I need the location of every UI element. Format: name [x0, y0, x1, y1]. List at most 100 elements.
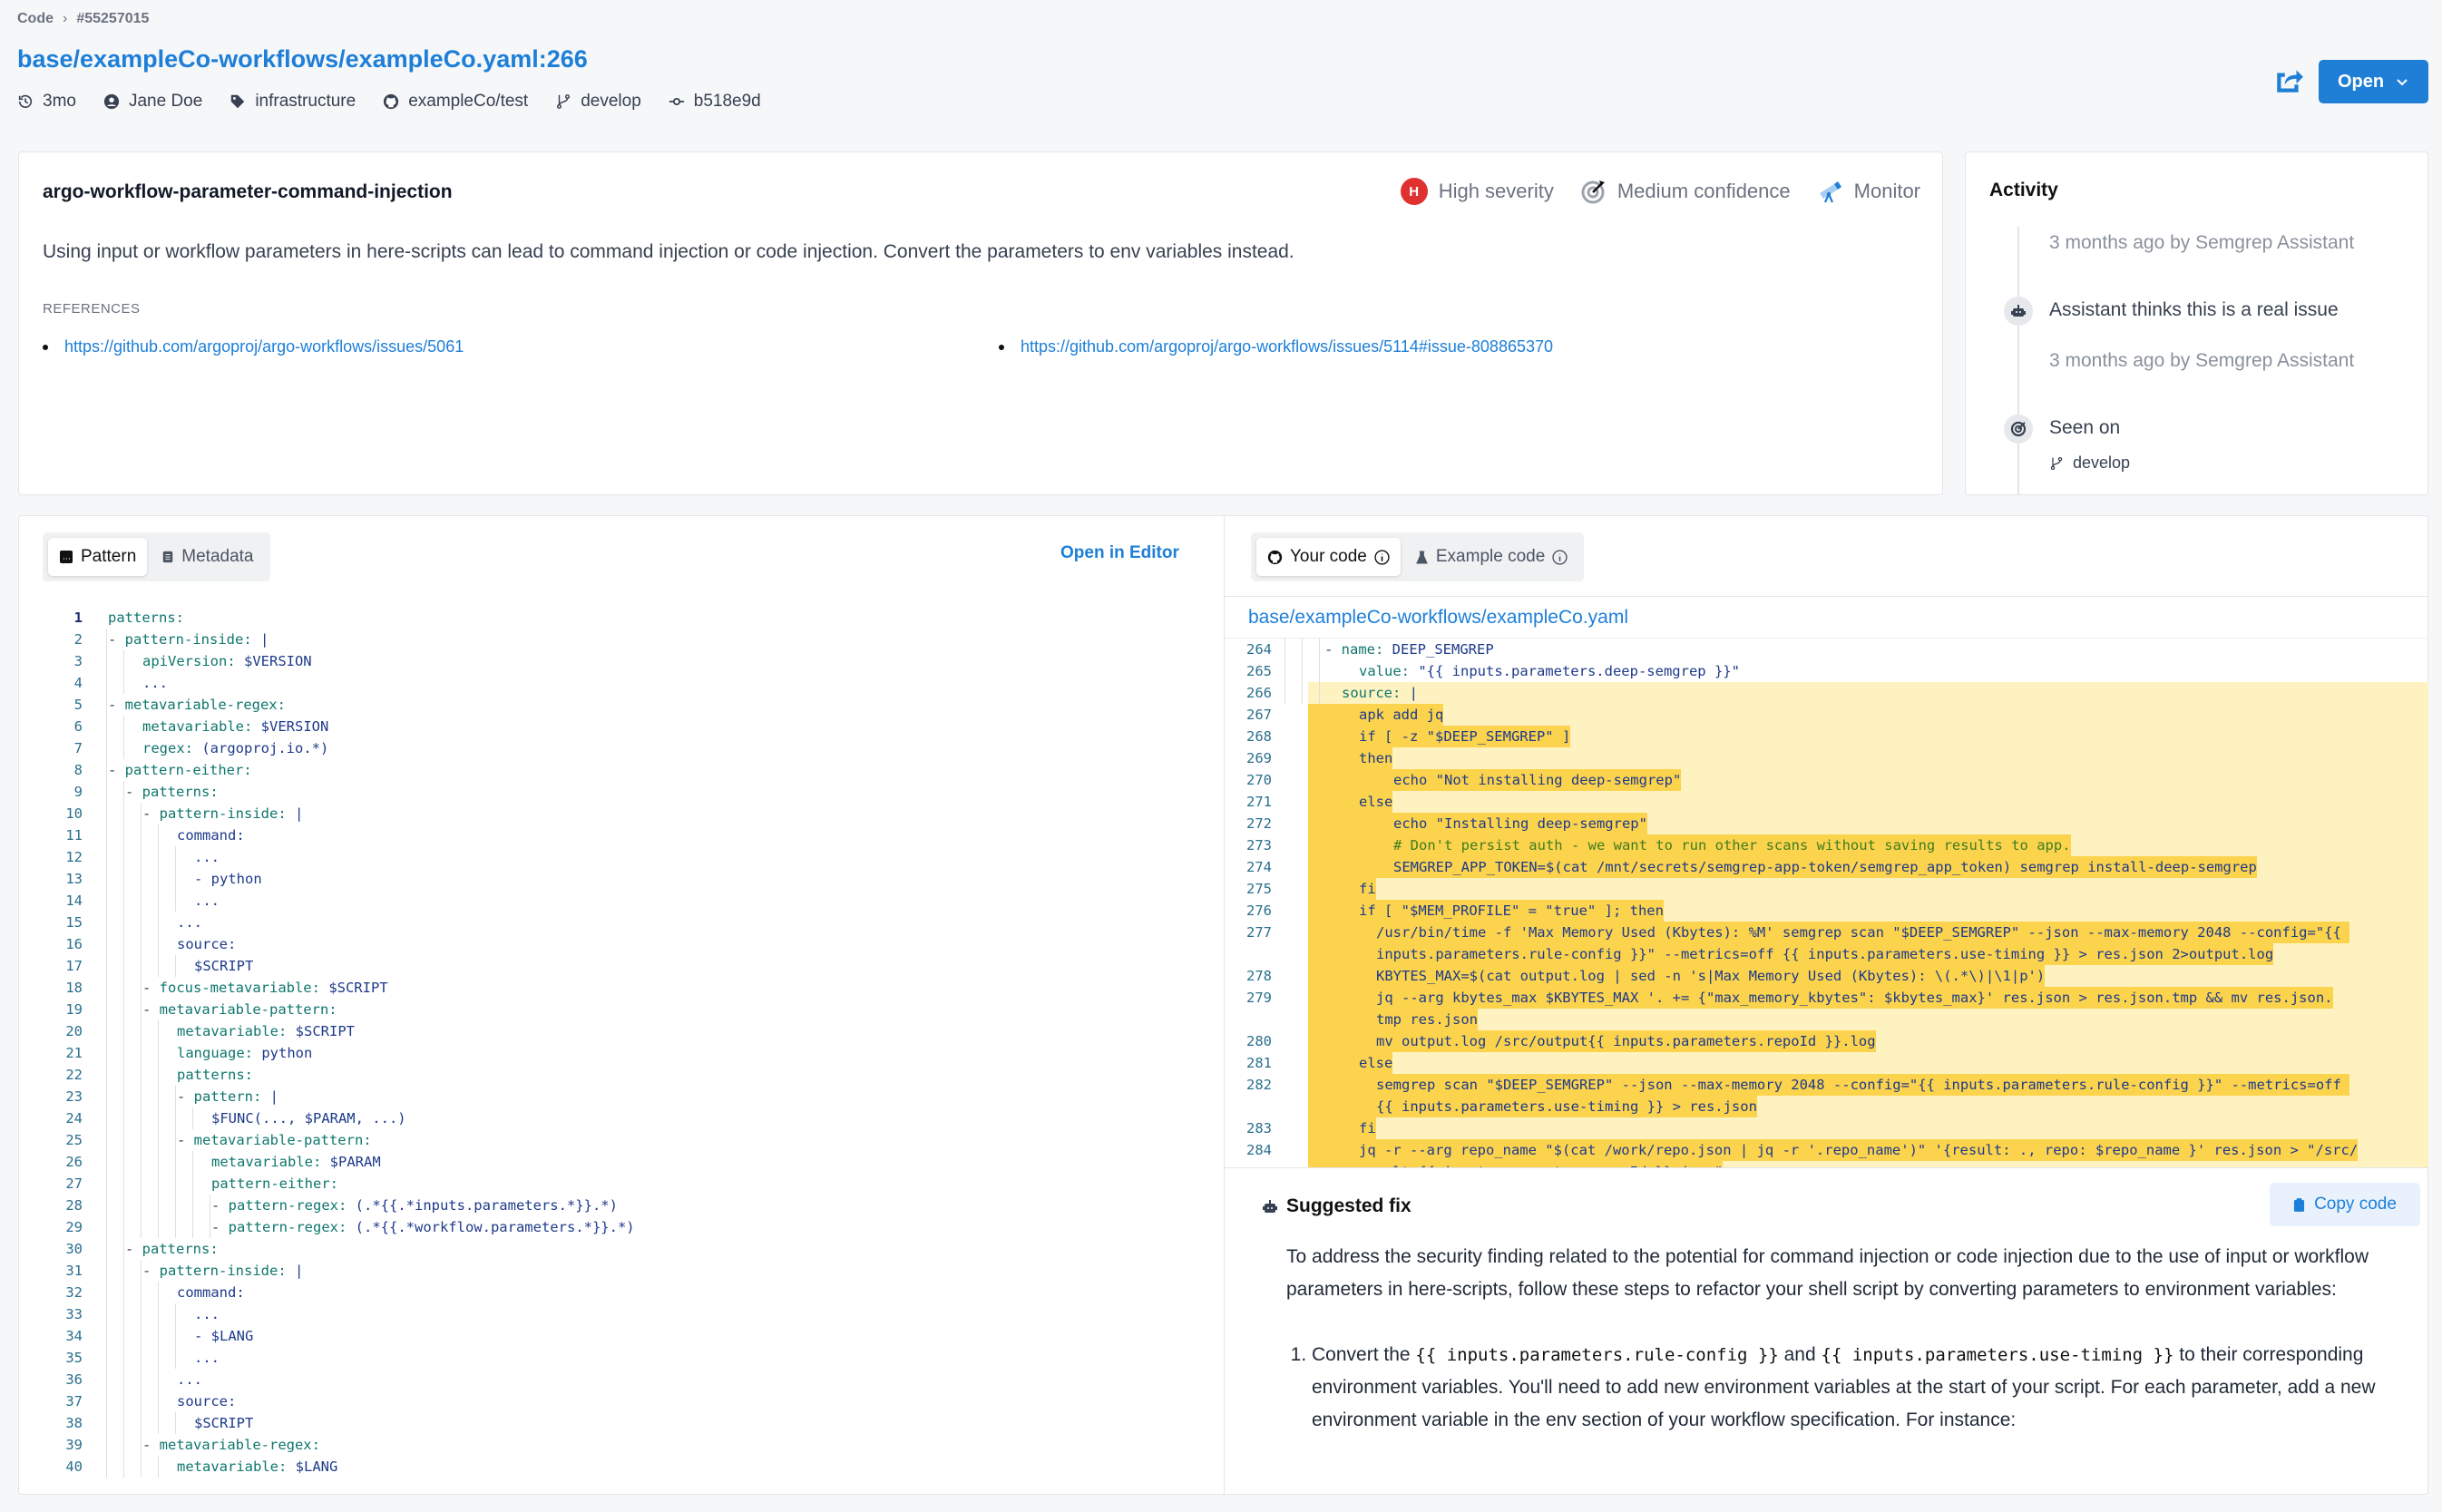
- indent-guide: [141, 846, 142, 868]
- line-number: 268: [1246, 728, 1272, 745]
- breadcrumb-chevron-icon: ›: [63, 11, 68, 26]
- line-number: 272: [1246, 815, 1272, 832]
- copy-code-button[interactable]: Copy code: [2270, 1183, 2420, 1226]
- clipboard-icon: [2294, 1197, 2305, 1212]
- indent-guide: [123, 999, 124, 1020]
- indent-guide: [106, 1020, 107, 1042]
- code-text: fi: [1359, 1117, 1376, 1139]
- tab-pattern[interactable]: Pattern: [48, 538, 148, 576]
- code-line: 264 - name: DEEP_SEMGREP: [1225, 639, 2428, 660]
- info-icon[interactable]: [1552, 549, 1568, 565]
- indent-guide: [123, 650, 124, 672]
- code-line: results{{ inputs.parameters.repoId }}.js…: [1225, 1161, 2428, 1167]
- open-dropdown-button[interactable]: Open: [2319, 60, 2428, 103]
- share-button[interactable]: [2273, 65, 2304, 96]
- code-text: ...: [177, 1371, 202, 1388]
- code-text: - python: [194, 871, 262, 887]
- indent-guide: [141, 1195, 142, 1216]
- reference-link[interactable]: https://github.com/argoproj/argo-workflo…: [43, 337, 464, 356]
- code-line: 275 fi: [1225, 878, 2428, 900]
- git-branch-icon: [557, 94, 571, 109]
- indent-guide: [123, 890, 124, 912]
- info-icon[interactable]: [1374, 549, 1390, 565]
- indent-guide: [141, 824, 142, 846]
- code-line: 284 jq -r --arg repo_name "$(cat /work/re…: [1225, 1139, 2428, 1161]
- indent-guide: [123, 1042, 124, 1064]
- indent-guide: [123, 1347, 124, 1369]
- indent-guide: [106, 1216, 107, 1238]
- line-number: 39: [65, 1437, 83, 1453]
- suggested-fix-step: Convert the {{ inputs.parameters.rule-co…: [1312, 1339, 2429, 1437]
- line-number: 265: [1246, 663, 1272, 679]
- code-line: 274 SEMGREP_APP_TOKEN=$(cat /mnt/secrets/…: [1225, 856, 2428, 878]
- indent-guide: [106, 933, 107, 955]
- indent-guide: [175, 1195, 176, 1216]
- code-text: if [ "$MEM_PROFILE" = "true" ]; then: [1359, 900, 1664, 922]
- line-number: 40: [65, 1458, 83, 1475]
- line-number: 15: [65, 914, 83, 931]
- line-number: 29: [65, 1219, 83, 1235]
- highlight-indent: [1308, 1030, 1376, 1052]
- indent-guide: [141, 1325, 142, 1347]
- indent-guide: [141, 1282, 142, 1303]
- line-number: 17: [65, 958, 83, 974]
- highlight-indent: [1308, 900, 1359, 922]
- line-number: 22: [65, 1067, 83, 1083]
- code-line: 29 - pattern-regex: (.*{{.*workflow.param…: [19, 1216, 1198, 1238]
- semgrep-icon: [2004, 415, 2033, 444]
- indent-guide: [123, 1412, 124, 1434]
- indent-guide: [158, 1107, 159, 1129]
- indent-guide: [123, 824, 124, 846]
- line-number: 21: [65, 1045, 83, 1061]
- code-line: 11 command:: [19, 824, 1198, 846]
- pattern-code-editor[interactable]: 1 patterns: 2 - pattern-inside: | 3 apiVersio…: [19, 607, 1216, 1496]
- code-text: - patterns:: [125, 784, 219, 800]
- indent-guide: [141, 1173, 142, 1195]
- indent-guide: [123, 846, 124, 868]
- line-number: 264: [1246, 641, 1272, 658]
- file-path-link[interactable]: base/exampleCo-workflows/exampleCo.yaml: [1248, 607, 1628, 629]
- tab-your-code[interactable]: Your code: [1256, 538, 1401, 576]
- indent-guide: [158, 890, 159, 912]
- highlight-indent: [1308, 1009, 1376, 1030]
- indent-guide: [141, 1042, 142, 1064]
- line-number: 12: [65, 849, 83, 865]
- code-line: 277/usr/bin/time -f 'Max Memory Used (Kb…: [1225, 922, 2428, 943]
- indent-guide: [141, 803, 142, 824]
- pattern-tabs: Pattern Metadata: [43, 532, 270, 581]
- reference-link[interactable]: https://github.com/argoproj/argo-workflo…: [999, 337, 1553, 356]
- indent-guide: [106, 629, 107, 650]
- indent-guide: [175, 1129, 176, 1151]
- code-text: if [ -z "$DEEP_SEMGREP" ]: [1359, 726, 1571, 747]
- code-line: 27 pattern-either:: [19, 1173, 1198, 1195]
- code-text: jq -r --arg repo_name "$(cat /work/repo.…: [1359, 1139, 2359, 1161]
- indent-guide: [106, 890, 107, 912]
- indent-guide: [158, 1325, 159, 1347]
- line-number: 3: [73, 653, 83, 669]
- code-line: inputs.parameters.rule-config }}" --metr…: [1225, 943, 2428, 965]
- tab-metadata[interactable]: Metadata: [151, 538, 264, 576]
- indent-guide: [141, 1020, 142, 1042]
- git-commit-icon: [669, 97, 684, 106]
- breadcrumb-code-link[interactable]: Code: [17, 11, 54, 27]
- indent-guide: [106, 846, 107, 868]
- code-line: 19 - metavariable-pattern:: [19, 999, 1198, 1020]
- indent-guide: [175, 1347, 176, 1369]
- indent-guide: [158, 1042, 159, 1064]
- code-text: jq --arg kbytes_max $KBYTES_MAX '. += {"…: [1376, 987, 2333, 1009]
- meta-repo[interactable]: exampleCo/test: [383, 92, 528, 112]
- line-number: 14: [65, 893, 83, 909]
- open-in-editor-link[interactable]: Open in Editor: [1060, 543, 1179, 563]
- code-line: 4...: [19, 672, 1198, 694]
- code-line: 10 - pattern-inside: |: [19, 803, 1198, 824]
- indent-guide: [141, 868, 142, 890]
- line-number: 13: [65, 871, 83, 887]
- indent-guide: [141, 1390, 142, 1412]
- page-title[interactable]: base/exampleCo-workflows/exampleCo.yaml:…: [17, 45, 588, 73]
- code-line: 279 jq --arg kbytes_max $KBYTES_MAX '. +=…: [1225, 987, 2428, 1009]
- code-text: - metavariable-regex:: [108, 697, 286, 713]
- your-code-viewer[interactable]: 264 - name: DEEP_SEMGREP 265 value: "{{ inp…: [1225, 638, 2428, 1167]
- code-line: 268 if [ -z "$DEEP_SEMGREP" ]: [1225, 726, 2428, 747]
- chevron-down-icon: [2397, 79, 2408, 86]
- tab-example-code[interactable]: Example code: [1404, 538, 1578, 576]
